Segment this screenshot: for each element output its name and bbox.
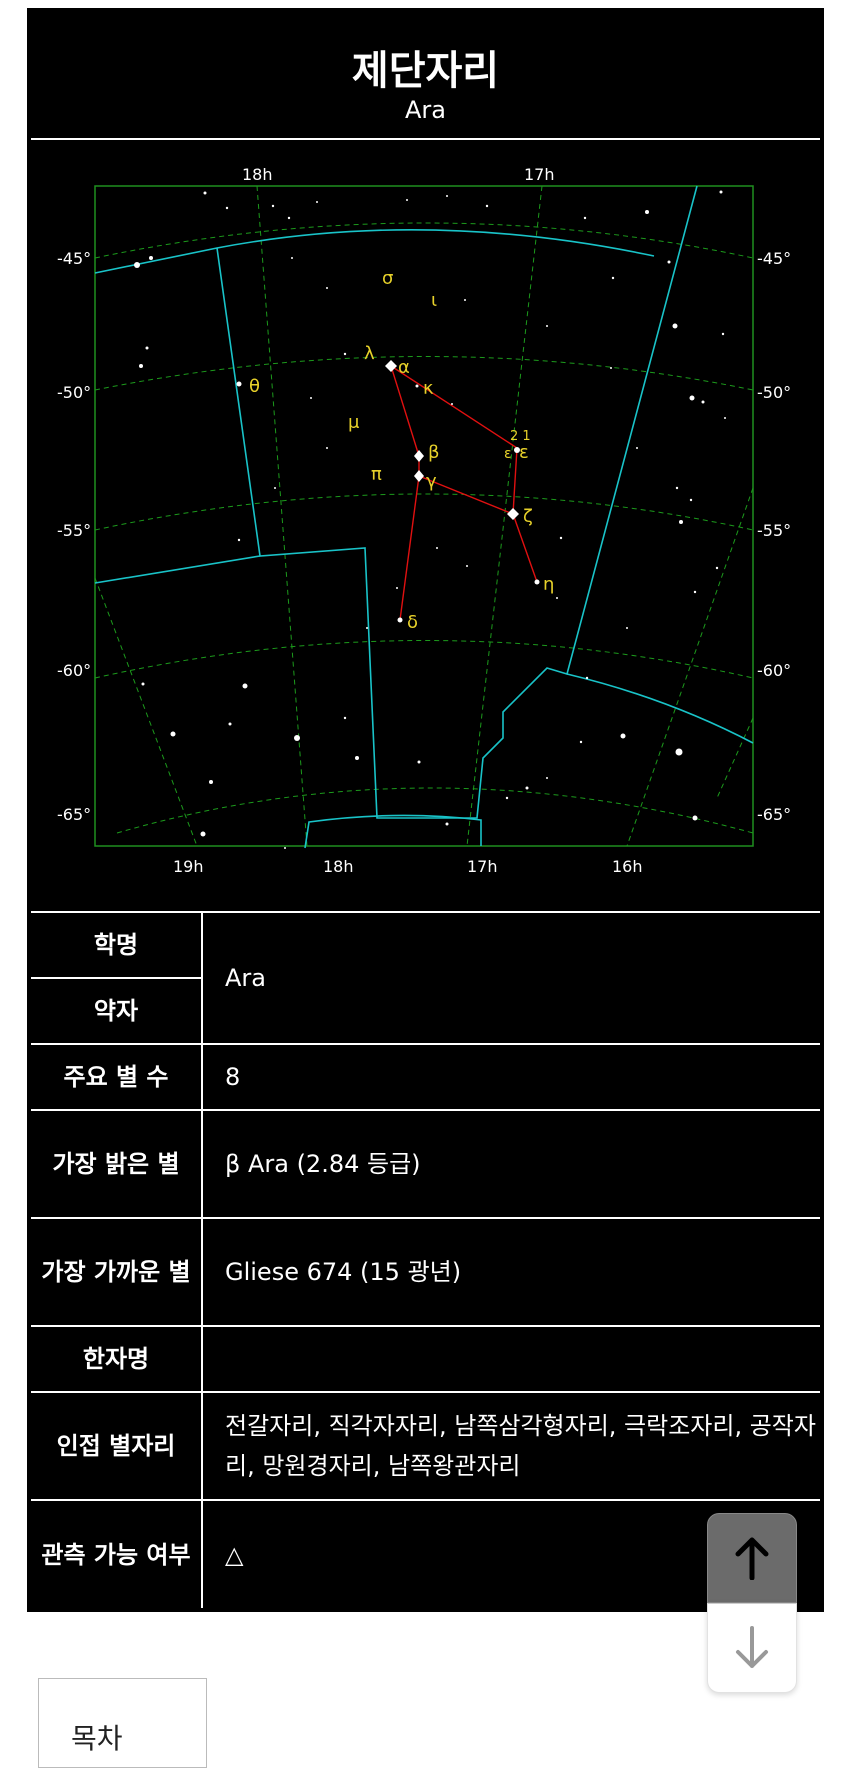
row-label: 가장 가까운 별 <box>31 1217 203 1326</box>
table-row: 관측 가능 여부 △ <box>31 1499 820 1608</box>
row-label: 약자 <box>31 977 203 1044</box>
row-label: 주요 별 수 <box>31 1043 203 1110</box>
ra-bottom-19h: 19h <box>173 857 204 876</box>
table-row: 인접 별자리 전갈자리, 직각자자리, 남쪽삼각형자리, 극락조자리, 공작자리… <box>31 1391 820 1500</box>
star-chart: σ ι λ α κ θ μ ε ε 2 1 π β γ ζ η δ 18h 17… <box>27 158 824 898</box>
label-beta: β <box>428 442 440 463</box>
ra-bottom-18h: 18h <box>323 857 354 876</box>
label-pi: π <box>371 464 382 485</box>
label-epsilon2: ε <box>504 446 512 462</box>
infobox-title: 제단자리 <box>351 48 500 94</box>
row-value: Ara <box>202 911 820 1044</box>
dec-left-65: -65° <box>57 805 91 824</box>
label-eta: η <box>543 574 554 595</box>
row-value: β Ara (2.84 등급) <box>202 1109 820 1218</box>
label-mu: μ <box>348 412 360 433</box>
ra-bottom-17h: 17h <box>467 857 498 876</box>
row-value <box>202 1325 820 1392</box>
dec-right-45: -45° <box>757 249 791 268</box>
label-delta: δ <box>407 612 418 633</box>
row-label: 인접 별자리 <box>31 1391 203 1500</box>
table-row: 가장 가까운 별 Gliese 674 (15 광년) <box>31 1217 820 1326</box>
dec-left-60: -60° <box>57 661 91 680</box>
ra-top-18h: 18h <box>242 165 273 184</box>
toc-label: 목차 <box>71 1722 123 1755</box>
dec-left-55: -55° <box>57 521 91 540</box>
label-iota: ι <box>431 290 437 311</box>
dec-right-60: -60° <box>757 661 791 680</box>
chart-frame <box>94 185 754 847</box>
label-epsilon: ε <box>519 442 529 463</box>
label-kappa: κ <box>423 378 434 399</box>
table-row: 한자명 <box>31 1325 820 1392</box>
scroll-down-button[interactable] <box>707 1603 797 1693</box>
star-kappa <box>415 384 419 388</box>
label-theta: θ <box>249 376 260 397</box>
constellation-infobox: 제단자리 Ara σ ι λ α κ θ μ ε ε 2 1 π β γ ζ η… <box>27 8 824 1612</box>
arrow-down-icon <box>736 1626 768 1668</box>
dec-right-50: -50° <box>757 383 791 402</box>
star-eta <box>534 579 540 585</box>
label-lambda: λ <box>364 343 375 364</box>
star-chart-svg: σ ι λ α κ θ μ ε ε 2 1 π β γ ζ η δ 18h 17… <box>57 165 791 876</box>
divider <box>31 138 820 140</box>
ra-bottom-16h: 16h <box>612 857 643 876</box>
table-row: 가장 밝은 별 β Ara (2.84 등급) <box>31 1109 820 1218</box>
scroll-up-button[interactable] <box>707 1513 797 1603</box>
label-eps-index: 2 1 <box>510 429 531 444</box>
table-of-contents[interactable]: 목차 <box>38 1678 207 1768</box>
dec-right-65: -65° <box>757 805 791 824</box>
row-value: Gliese 674 (15 광년) <box>202 1217 820 1326</box>
ra-top-17h: 17h <box>524 165 555 184</box>
dec-left-50: -50° <box>57 383 91 402</box>
infobox-subtitle: Ara <box>405 96 446 124</box>
label-alpha: α <box>398 357 410 378</box>
row-label: 한자명 <box>31 1325 203 1392</box>
row-label: 학명 <box>31 911 203 978</box>
dec-right-55: -55° <box>757 521 791 540</box>
label-zeta: ζ <box>523 506 533 527</box>
dec-left-45: -45° <box>57 249 91 268</box>
label-sigma: σ <box>382 268 393 289</box>
arrow-up-icon <box>735 1537 769 1580</box>
star-delta <box>397 617 403 623</box>
table-row: 주요 별 수 8 <box>31 1043 820 1110</box>
table-row: 학명 Ara <box>31 911 820 1044</box>
label-gamma: γ <box>426 471 437 492</box>
star-theta <box>236 381 242 387</box>
row-label: 가장 밝은 별 <box>31 1109 203 1218</box>
constellation-properties-table: 학명 Ara 약자 주요 별 수 8 가장 밝은 별 β Ara (2.84 등… <box>31 911 820 1608</box>
row-value: 전갈자리, 직각자자리, 남쪽삼각형자리, 극락조자리, 공작자리, 망원경자리… <box>202 1391 820 1500</box>
row-value: 8 <box>202 1043 820 1110</box>
row-label: 관측 가능 여부 <box>31 1499 203 1608</box>
